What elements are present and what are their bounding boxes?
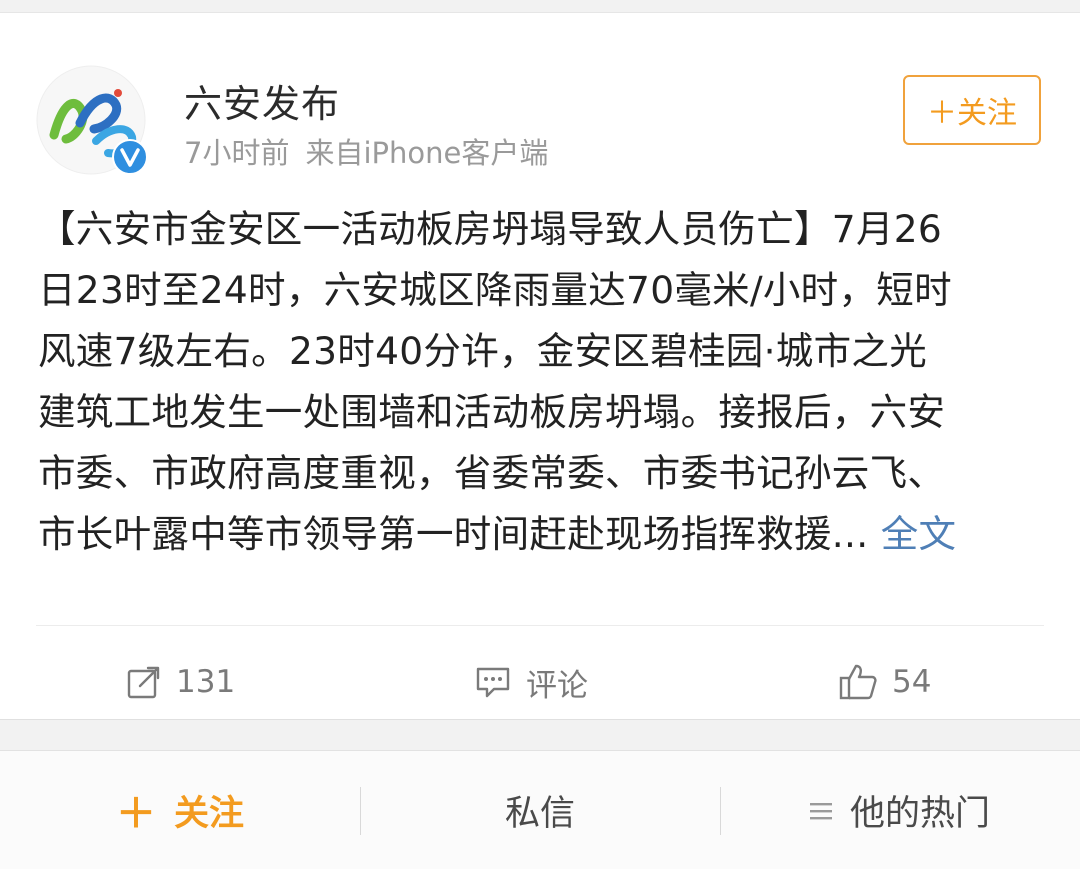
thumbs-up-icon (839, 664, 877, 700)
post-text-line: 市长叶露中等市领导第一时间赶赴现场指挥救援... (38, 512, 869, 556)
his-hot-label: 他的热门 (849, 793, 990, 834)
private-message-label: 私信 (504, 793, 575, 834)
post-text-line: 【六安市金安区一活动板房坍塌导致人员伤亡】7月26 (38, 207, 943, 251)
like-count: 54 (892, 664, 932, 700)
like-button[interactable]: 54 (838, 653, 931, 711)
menu-icon (809, 790, 832, 830)
comment-icon (476, 667, 510, 698)
post-text-line: 日23时至24时，六安城区降雨量达70毫米/小时，短时 (38, 268, 952, 312)
post-text-line: 建筑工地发生一处围墙和活动板房坍塌。接报后，六安 (38, 390, 946, 434)
his-hot-button[interactable]: 他的热门 (720, 751, 1080, 869)
comment-label: 评论 (526, 667, 588, 704)
post-text-line: 风速7级左右。23时40分许，金安区碧桂园·城市之光 (38, 329, 928, 373)
comment-button[interactable]: 评论 (474, 653, 588, 711)
follow-button[interactable]: ＋关注 (903, 75, 1041, 145)
plus-icon: ＋ (115, 791, 156, 837)
verified-badge-icon (112, 139, 148, 175)
full-text-link[interactable]: 全文 (868, 512, 956, 556)
private-message-button[interactable]: 私信 (360, 751, 720, 869)
repost-count: 131 (176, 664, 236, 700)
post-meta: 7小时前 来自iPhone客户端 (184, 130, 548, 172)
bottom-follow-label: 关注 (173, 793, 244, 834)
post-body: 【六安市金安区一活动板房坍塌导致人员伤亡】7月26 日23时至24时，六安城区降雨… (38, 199, 1046, 565)
post-time: 7小时前 (184, 136, 290, 170)
repost-button[interactable]: 131 (126, 653, 235, 711)
author-name[interactable]: 六安发布 (184, 73, 340, 128)
divider (36, 625, 1044, 626)
post-source: 来自iPhone客户端 (305, 136, 549, 170)
repost-icon (127, 666, 160, 699)
bottom-action-bar: ＋ 关注 私信 他的热门 (0, 750, 1080, 869)
weibo-post-card: 六安发布 7小时前 来自iPhone客户端 ＋关注 【六安市金安区一活动板房坍塌导… (0, 12, 1080, 720)
bottom-follow-button[interactable]: ＋ 关注 (0, 751, 360, 869)
post-text-line: 市委、市政府高度重视，省委常委、市委书记孙云飞、 (38, 451, 946, 495)
